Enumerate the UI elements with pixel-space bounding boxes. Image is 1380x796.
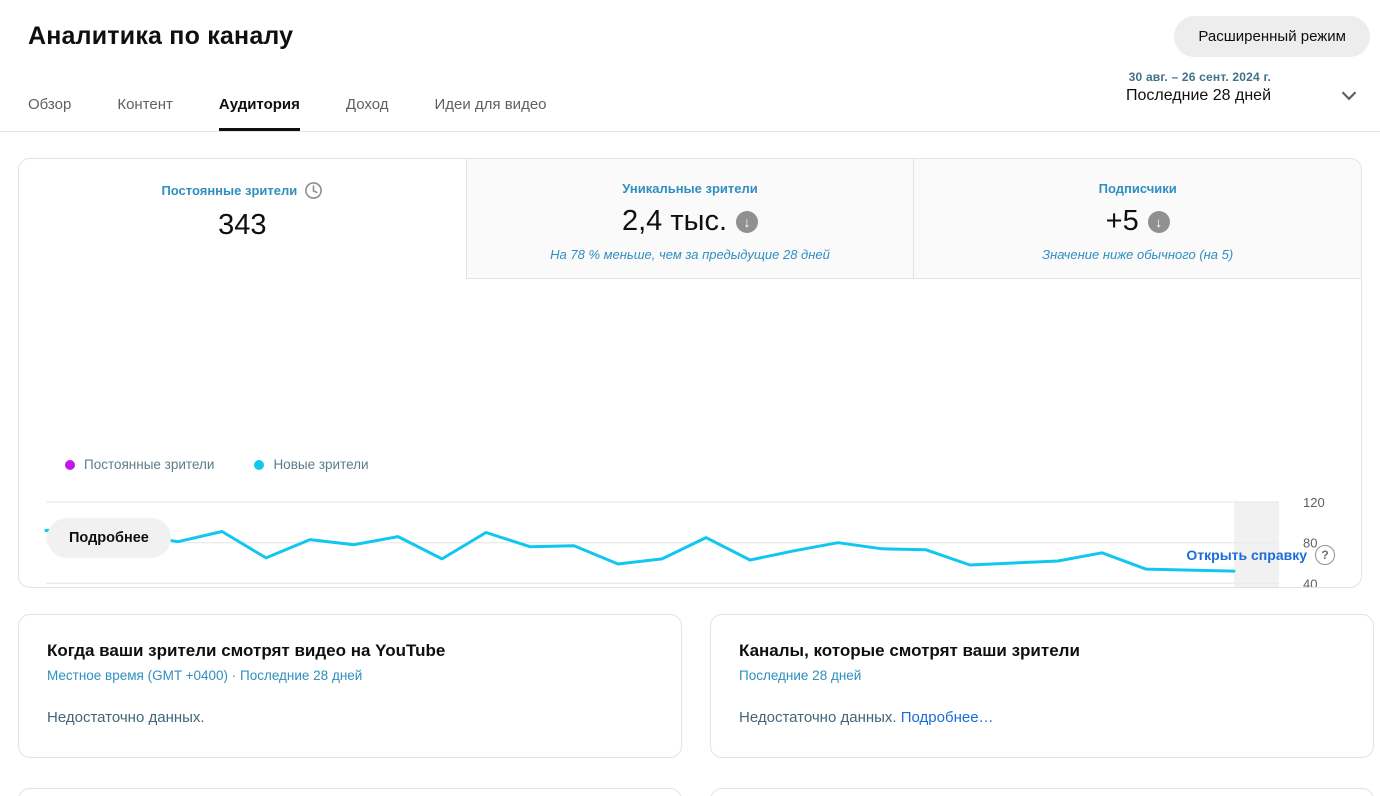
down-arrow-icon: ↓ bbox=[736, 211, 758, 233]
date-range-picker[interactable]: 30 авг. – 26 сент. 2024 г. Последние 28 … bbox=[1126, 70, 1271, 105]
legend-dot-cyan bbox=[254, 460, 264, 470]
tab-audience[interactable]: Аудитория bbox=[219, 85, 300, 131]
legend-label: Новые зрители bbox=[273, 457, 368, 472]
no-data-text: Недостаточно данных. bbox=[739, 709, 897, 726]
analytics-page: Аналитика по каналу Расширенный режим Об… bbox=[0, 0, 1380, 796]
metric-tab-subscribers[interactable]: Подписчики +5 ↓ Значение ниже обычного (… bbox=[913, 159, 1361, 279]
legend-dot-magenta bbox=[65, 460, 75, 470]
tab-video-ideas[interactable]: Идеи для видео bbox=[435, 85, 547, 131]
card-title: Каналы, которые смотрят ваши зрители bbox=[739, 641, 1345, 661]
chart-legend: Постоянные зрители Новые зрители bbox=[65, 457, 369, 472]
tab-overview[interactable]: Обзор bbox=[28, 85, 71, 131]
metric-value: +5 bbox=[1106, 205, 1139, 238]
partial-card-right bbox=[710, 788, 1374, 796]
card-subtitle: Последние 28 дней bbox=[739, 668, 1345, 683]
watch-time-card: Когда ваши зрители смотрят видео на YouT… bbox=[18, 614, 682, 758]
tab-content[interactable]: Контент bbox=[117, 85, 173, 131]
metric-label: Уникальные зрители bbox=[622, 181, 757, 196]
clock-icon bbox=[304, 181, 323, 200]
metric-comparison-note: Значение ниже обычного (на 5) bbox=[914, 247, 1361, 262]
metric-label: Постоянные зрители bbox=[161, 183, 297, 198]
tab-revenue[interactable]: Доход bbox=[346, 85, 389, 131]
card-title: Когда ваши зрители смотрят видео на YouT… bbox=[47, 641, 653, 661]
date-range-text: 30 авг. – 26 сент. 2024 г. bbox=[1126, 70, 1271, 84]
svg-text:120: 120 bbox=[1303, 495, 1325, 510]
metric-label: Подписчики bbox=[1099, 181, 1177, 196]
metric-value: 2,4 тыс. bbox=[622, 205, 727, 238]
legend-item-returning-viewers: Постоянные зрители bbox=[65, 457, 214, 472]
legend-item-new-viewers: Новые зрители bbox=[254, 457, 368, 472]
down-arrow-icon: ↓ bbox=[1148, 211, 1170, 233]
open-help-link[interactable]: Открыть справку ? bbox=[1186, 545, 1335, 565]
channels-watched-card: Каналы, которые смотрят ваши зрители Пос… bbox=[710, 614, 1374, 758]
help-link-label: Открыть справку bbox=[1186, 547, 1307, 563]
audience-analytics-card: Постоянные зрители 343 Уникальные зрител… bbox=[18, 158, 1362, 588]
analytics-tabs: Обзор Контент Аудитория Доход Идеи для в… bbox=[28, 85, 547, 131]
page-title: Аналитика по каналу bbox=[28, 22, 293, 51]
card-subtitle: Местное время (GMT +0400) · Последние 28… bbox=[47, 668, 653, 683]
date-preset-text: Последние 28 дней bbox=[1126, 87, 1271, 105]
learn-more-link[interactable]: Подробнее… bbox=[901, 709, 994, 726]
details-button[interactable]: Подробнее bbox=[47, 518, 171, 558]
svg-text:40: 40 bbox=[1303, 576, 1317, 588]
chevron-down-icon[interactable] bbox=[1336, 82, 1362, 108]
advanced-mode-button[interactable]: Расширенный режим bbox=[1174, 16, 1370, 57]
question-icon: ? bbox=[1315, 545, 1335, 565]
metric-tab-unique-viewers[interactable]: Уникальные зрители 2,4 тыс. ↓ На 78 % ме… bbox=[466, 159, 914, 279]
partial-card-left bbox=[18, 788, 682, 796]
metric-value: 343 bbox=[218, 209, 266, 242]
header-divider bbox=[0, 131, 1380, 132]
metric-tabs: Постоянные зрители 343 Уникальные зрител… bbox=[19, 159, 1361, 279]
metric-tab-returning-viewers[interactable]: Постоянные зрители 343 bbox=[19, 159, 466, 279]
no-data-text: Недостаточно данных. bbox=[47, 709, 205, 726]
legend-label: Постоянные зрители bbox=[84, 457, 214, 472]
viewers-line-chart[interactable]: 0408012030 авг. 2024 г.4 сент. 2024 г.8 … bbox=[19, 489, 1362, 588]
metric-comparison-note: На 78 % меньше, чем за предыдущие 28 дне… bbox=[467, 247, 914, 262]
